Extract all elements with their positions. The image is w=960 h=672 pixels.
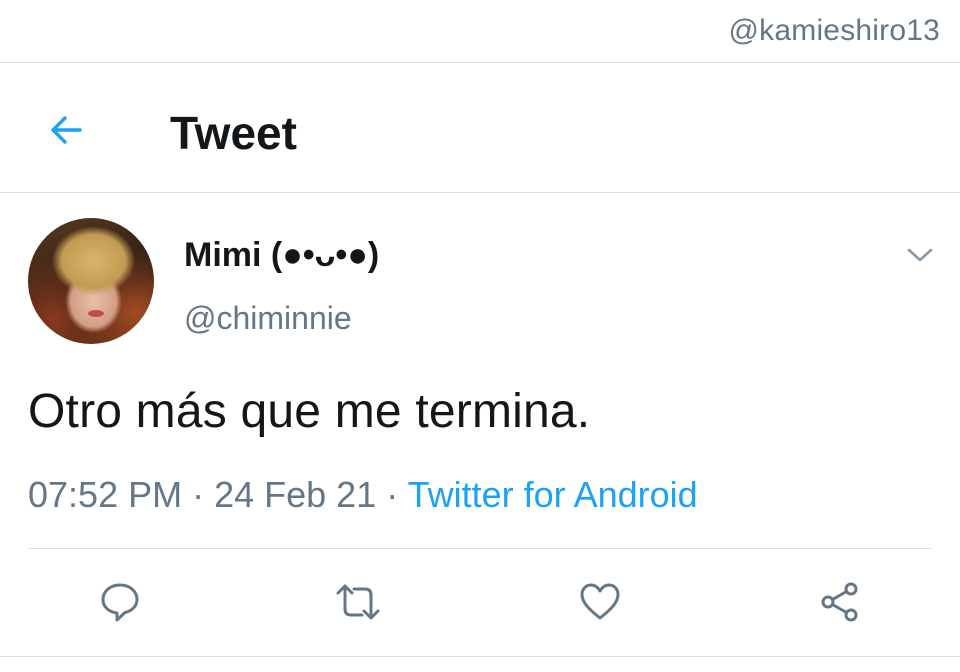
tweet-time: 07:52 PM <box>28 474 183 515</box>
watermark-username: @kamieshiro13 <box>728 14 940 47</box>
back-button[interactable] <box>42 106 90 154</box>
like-button[interactable] <box>572 576 628 628</box>
display-name[interactable]: Mimi (●•ᴗ•●) <box>184 236 379 275</box>
more-options-button[interactable] <box>900 238 940 272</box>
meta-separator: · <box>376 474 408 515</box>
share-button[interactable] <box>812 576 868 628</box>
page-title: Tweet <box>170 107 297 159</box>
share-icon <box>821 582 858 622</box>
meta-separator: · <box>182 474 215 515</box>
user-handle[interactable]: @chiminnie <box>184 300 352 337</box>
avatar[interactable] <box>28 218 154 344</box>
divider <box>0 656 960 657</box>
reply-button[interactable] <box>92 576 148 628</box>
heart-icon <box>580 583 620 620</box>
retweet-icon <box>336 584 380 620</box>
tweet-text: Otro más que me termina. <box>28 385 591 438</box>
arrow-left-icon <box>51 116 82 144</box>
divider <box>28 548 932 549</box>
tweet-metadata: 07:52 PM · 24 Feb 21 · Twitter for Andro… <box>28 474 698 516</box>
retweet-button[interactable] <box>330 576 386 628</box>
tweet-date: 24 Feb 21 <box>214 474 377 515</box>
divider <box>0 62 960 63</box>
chevron-down-icon <box>907 248 933 262</box>
divider <box>0 192 960 193</box>
tweet-source-link[interactable]: Twitter for Android <box>408 474 698 515</box>
reply-icon <box>101 583 139 622</box>
